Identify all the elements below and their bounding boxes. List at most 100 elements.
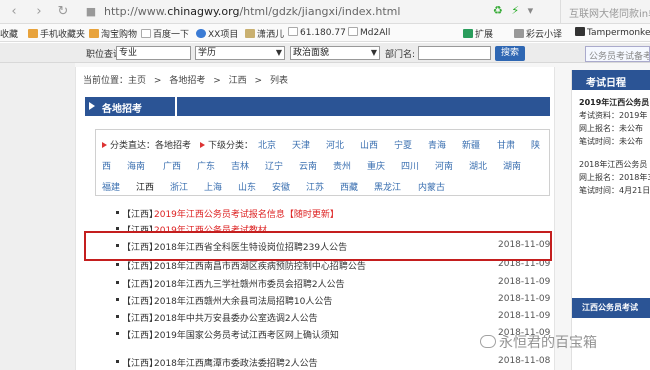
sidebar-entry: 网上报名：未公布 [579, 124, 643, 133]
list-item[interactable]: 【江西】 2018年中共万安县委办公室选调2人公告 2018-11-09 [116, 311, 550, 325]
bookmark-extensions[interactable]: 扩展 [463, 27, 493, 40]
reload-icon[interactable]: ↻ [55, 4, 71, 20]
region-link[interactable]: 重庆 [367, 159, 385, 172]
bookmark-caiyun[interactable]: 彩云小译 [514, 27, 562, 40]
list-item-title[interactable]: 2018年江西鹰潭市委政法委招聘2人公告 [154, 356, 318, 369]
bookmark-ip[interactable]: 61.180.77 [288, 27, 346, 38]
list-item-title[interactable]: 2018年中共万安县委办公室选调2人公告 [154, 311, 318, 324]
list-item[interactable]: 【江西】 2019年江西公务员考试教材 [116, 223, 546, 231]
region-link[interactable]: 西藏 [340, 180, 358, 193]
bullet-icon [116, 211, 119, 214]
region-link[interactable]: 辽宁 [265, 159, 283, 172]
list-item-title[interactable]: 2019年国家公务员考试江西考区网上确认须知 [154, 328, 339, 341]
breadcrumb-jiangxi[interactable]: 江西 [229, 76, 247, 86]
list-item-title[interactable]: 2019年江西公务员考试报名信息【随时更新】 [154, 207, 339, 220]
bullet-icon [116, 263, 119, 266]
page-icon [141, 29, 151, 38]
region-link[interactable]: 宁夏 [394, 138, 412, 151]
region-link[interactable]: 江苏 [306, 180, 324, 193]
bookmark-xiaosa[interactable]: 潇洒儿 [245, 27, 284, 40]
region-link[interactable]: 湖南 [503, 159, 521, 172]
sidebar-entry-title[interactable]: 2019年江西公务员 [579, 97, 649, 108]
bookmark-tampermonkey[interactable]: Tampermonkey [575, 27, 650, 38]
list-item-title[interactable]: 2019年江西公务员考试教材 [154, 223, 267, 231]
education-select[interactable]: 学历 ▼ [195, 46, 285, 60]
region-link[interactable]: 贵州 [333, 159, 351, 172]
bookmark-label: 潇洒儿 [257, 30, 285, 40]
page-icon: ■ [85, 5, 97, 18]
region-link-current[interactable]: 江西 [136, 180, 154, 193]
section-header: 各地招考 [85, 97, 550, 116]
bookmark-mobile[interactable]: 手机收藏夹 [28, 27, 85, 40]
bookmark-label: Tampermonkey [587, 28, 650, 38]
region-link[interactable]: 福建 [102, 180, 120, 193]
region-link[interactable]: 上海 [204, 180, 222, 193]
search-tab[interactable]: 互联网大佬同款in单品 [560, 0, 650, 24]
folder-icon [28, 29, 38, 38]
search-button[interactable]: 搜索 [495, 46, 525, 61]
region-link[interactable]: 青海 [428, 138, 446, 151]
region-link[interactable]: 四川 [401, 159, 419, 172]
region-link[interactable]: 吉林 [231, 159, 249, 172]
list-item-title[interactable]: 2018年江西九三学社赣州市委员会招聘2人公告 [154, 277, 345, 290]
watermark-text: 永恒君的百宝箱 [499, 335, 597, 351]
region-link[interactable]: 内蒙古 [418, 180, 445, 193]
bullet-icon [116, 227, 119, 230]
major-field[interactable]: 专业 [116, 46, 191, 60]
list-item[interactable]: 【江西】 2018年江西九三学社赣州市委员会招聘2人公告 2018-11-09 [116, 277, 550, 291]
sidebar-entry-title[interactable]: 2018年江西公务员 [579, 159, 647, 170]
arrow-right-icon [89, 102, 95, 110]
region-link[interactable]: 广西 [163, 159, 181, 172]
exam-prep-tab[interactable]: 公务员考试备考 [585, 46, 650, 62]
bookmark-taobao[interactable]: 淘宝购物 [89, 27, 137, 40]
forward-icon[interactable]: › [31, 4, 47, 20]
breadcrumb-list: 列表 [269, 76, 288, 86]
department-input[interactable] [418, 46, 491, 60]
politics-select[interactable]: 政治面貌 ▼ [290, 46, 380, 60]
breadcrumb-home[interactable]: 当前位置：主页 [83, 76, 146, 86]
bookmark-xx[interactable]: XX项目 [196, 27, 238, 40]
url-field[interactable]: http://www.chinagwy.org/html/gdzk/jiangx… [104, 5, 400, 18]
sidebar-title: 考试日程 [572, 70, 650, 90]
region-link[interactable]: 西 [102, 159, 111, 172]
list-item[interactable]: 【江西】 2019年江西公务员考试报名信息【随时更新】 [116, 207, 546, 221]
region-link[interactable]: 甘肃 [497, 138, 515, 151]
list-item[interactable]: 【江西】 2018年江西南昌市西湖区疾病预防控制中心招聘公告 2018-11-0… [116, 259, 550, 273]
region-link[interactable]: 安徽 [272, 180, 290, 193]
list-item-title[interactable]: 2018年江西赣州大余县司法局招聘10人公告 [154, 294, 332, 307]
list-item[interactable]: 【江西】 2018年江西赣州大余县司法局招聘10人公告 2018-11-09 [116, 294, 550, 308]
recycle-icon[interactable]: ♻ [493, 4, 503, 17]
puzzle-icon [463, 29, 473, 38]
region-link[interactable]: 广东 [197, 159, 215, 172]
region-link[interactable]: 河北 [326, 138, 344, 151]
list-item-tag: 【江西】 [122, 331, 159, 341]
sidebar-footer-title: 江西公务员考试 [572, 298, 650, 318]
bullet-icon [116, 332, 119, 335]
bookmark-baidu[interactable]: 百度一下 [141, 27, 189, 40]
bookmark-favorites[interactable]: 收藏 [0, 27, 18, 40]
region-link[interactable]: 海南 [127, 159, 145, 172]
bullet-icon [116, 315, 119, 318]
region-link[interactable]: 陕 [531, 138, 540, 151]
back-icon[interactable]: ‹ [6, 4, 22, 20]
region-link[interactable]: 云南 [299, 159, 317, 172]
list-item-date: 2018-11-09 [498, 277, 551, 287]
region-link[interactable]: 浙江 [170, 180, 188, 193]
region-link[interactable]: 山东 [238, 180, 256, 193]
bookmark-md2all[interactable]: Md2All [348, 27, 390, 38]
region-link[interactable]: 北京 [258, 138, 276, 151]
region-link[interactable]: 山西 [360, 138, 378, 151]
region-link[interactable]: 新疆 [462, 138, 480, 151]
region-link[interactable]: 湖北 [469, 159, 487, 172]
region-link[interactable]: 河南 [435, 159, 453, 172]
breadcrumb-regional[interactable]: 各地招考 [169, 76, 205, 86]
sidebar-entry: 笔试时间：4月21日 [579, 186, 650, 195]
lightning-icon[interactable]: ⚡ [511, 4, 519, 17]
list-item[interactable]: 【江西】 2018年江西鹰潭市委政法委招聘2人公告 2018-11-08 [116, 356, 550, 370]
region-link[interactable]: 黑龙江 [374, 180, 401, 193]
folder-icon [89, 29, 99, 38]
dropdown-icon[interactable]: ▾ [528, 4, 534, 17]
region-link[interactable]: 天津 [292, 138, 310, 151]
bookmark-label: 百度一下 [153, 30, 190, 40]
bookmark-label: Md2All [360, 28, 391, 38]
